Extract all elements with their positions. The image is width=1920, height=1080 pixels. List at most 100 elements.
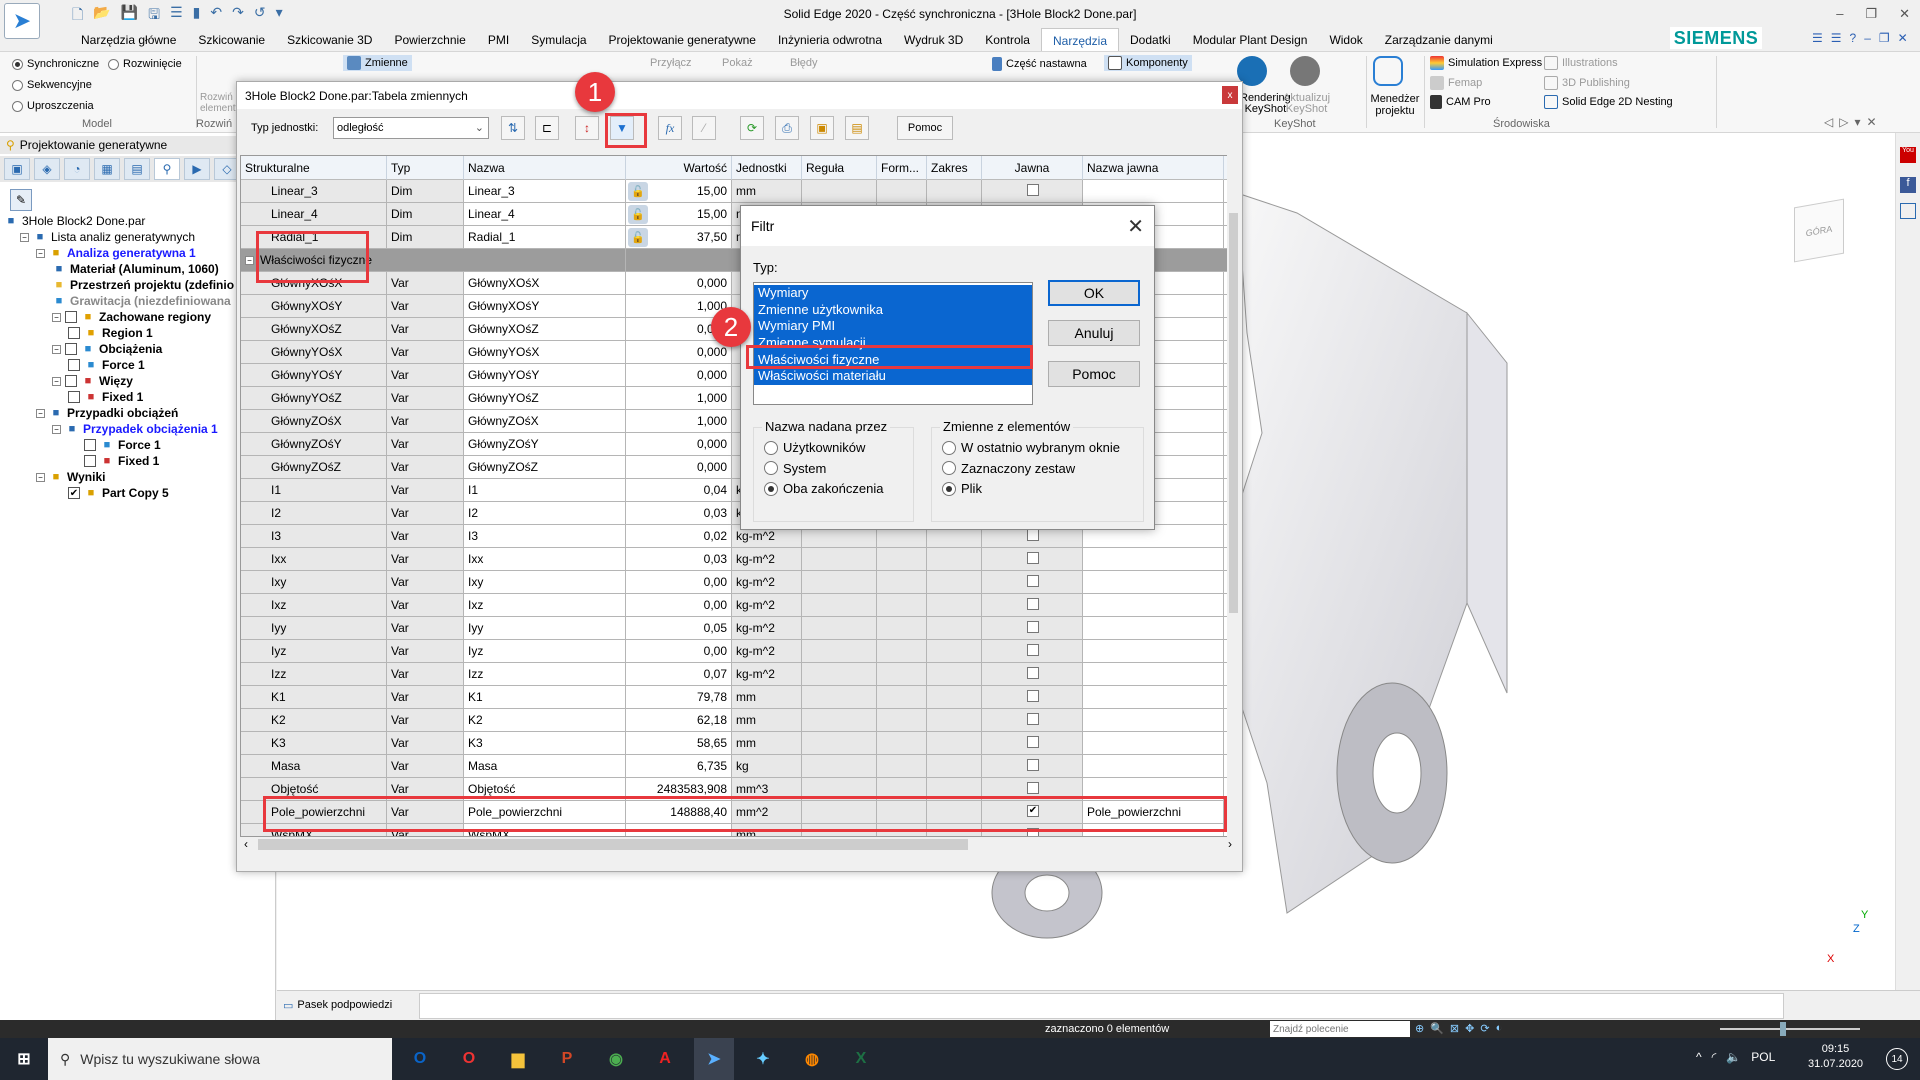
synchronous-radio[interactable]: Synchroniczne [12, 58, 99, 70]
cell-value[interactable]: 58,65 [626, 732, 732, 755]
cell-exposed-name[interactable] [1083, 640, 1224, 663]
exposed-checkbox[interactable] [1027, 598, 1039, 610]
tree-item[interactable]: ✔ ■ Part Copy 5 [68, 485, 169, 501]
table-row[interactable]: WspMX Var WspMX mm [241, 824, 1231, 836]
opera-icon[interactable]: O [449, 1038, 489, 1080]
project-manager-button[interactable]: Menedżer projektu [1370, 93, 1420, 117]
close-button[interactable]: ✕ [1899, 6, 1910, 22]
ratio-button[interactable]: ⁄ [692, 116, 716, 140]
keyshot-update-icon[interactable] [1290, 56, 1320, 86]
tree-item[interactable]: ■ Force 1 [68, 357, 145, 373]
sort-button[interactable]: ⇅ [501, 116, 525, 140]
tree-checkbox[interactable] [68, 327, 80, 339]
exposed-checkbox[interactable] [1027, 713, 1039, 725]
column-header[interactable]: Strukturalne [241, 156, 387, 180]
language-indicator[interactable]: POL [1751, 1050, 1775, 1064]
tree-checkbox[interactable] [68, 391, 80, 403]
cell-value[interactable]: 6,735 [626, 755, 732, 778]
next-view-icon[interactable]: ▷ [1839, 115, 1848, 129]
cell-name[interactable]: Radial_1 [464, 226, 626, 249]
clock[interactable]: 09:15 31.07.2020 [1808, 1043, 1863, 1070]
horizontal-scroll-thumb[interactable] [258, 839, 968, 850]
doc-restore-button[interactable]: ❐ [1879, 31, 1890, 45]
tab-10[interactable]: Narzędzia [1040, 27, 1120, 53]
cell-value[interactable]: 2483583,908 [626, 778, 732, 801]
cam-pro-button[interactable]: CAM Pro [1430, 95, 1491, 109]
view-cube[interactable]: GÓRA [1794, 198, 1844, 263]
lock-icon[interactable]: 🔓 [628, 228, 648, 247]
layers-tab-icon[interactable]: ◈ [34, 158, 60, 180]
pathfinder-tab-icon[interactable]: ▣ [4, 158, 30, 180]
cell-value[interactable]: 0,07 [626, 663, 732, 686]
tab-6[interactable]: Projektowanie generatywne [598, 28, 767, 52]
unfold-features-button[interactable]: Rozwiń elementy [200, 92, 241, 114]
expand-toggle[interactable]: − [52, 312, 61, 322]
doc-close-button[interactable]: ✕ [1898, 31, 1908, 45]
radio-option[interactable]: Zaznaczony zestaw [942, 461, 1075, 476]
tree-checkbox[interactable] [65, 343, 77, 355]
exposed-checkbox[interactable] [1027, 736, 1039, 748]
variables-button[interactable]: Zmienne [343, 55, 412, 71]
cell-name[interactable]: GłównyZOśZ [464, 456, 626, 479]
type-list-item[interactable]: Zmienne użytkownika [754, 301, 1032, 319]
cell-name[interactable]: I3 [464, 525, 626, 548]
doc-minimize-button[interactable]: – [1864, 31, 1871, 45]
components-button[interactable]: Komponenty [1104, 55, 1192, 71]
cell-value[interactable]: 0,000 [626, 433, 732, 456]
expand-toggle[interactable]: − [52, 376, 61, 386]
chrome-icon[interactable]: ◉ [596, 1038, 636, 1080]
radio-button[interactable] [942, 481, 956, 496]
tree-item[interactable]: ■ Grawitacja (niezdefiniowana [52, 293, 231, 309]
column-header[interactable]: Jednostki [732, 156, 802, 180]
expand-toggle[interactable]: − [36, 408, 45, 418]
cell-value[interactable]: 🔓 37,50 [626, 226, 732, 249]
table-row[interactable]: Linear_3 Dim Linear_3 🔓 15,00 mm [241, 180, 1231, 203]
cell-exposed-name[interactable] [1083, 180, 1224, 203]
cell-name[interactable]: GłównyXOśY [464, 295, 626, 318]
cell-value[interactable]: 79,78 [626, 686, 732, 709]
table-row[interactable]: Iyz Var Iyz 0,00 kg-m^2 [241, 640, 1231, 663]
table-row[interactable]: Pole_powierzchni Var Pole_powierzchni 14888… [241, 801, 1231, 824]
2d-nesting-button[interactable]: Solid Edge 2D Nesting [1544, 95, 1673, 109]
cell-exposed-name[interactable] [1083, 571, 1224, 594]
cell-name[interactable]: Iyz [464, 640, 626, 663]
cell-exposed-name[interactable] [1083, 617, 1224, 640]
radio-button[interactable] [764, 461, 778, 475]
3d-publishing-button[interactable]: 3D Publishing [1544, 76, 1630, 90]
firefox-icon[interactable]: ◍ [792, 1038, 832, 1080]
cell-exposed-name[interactable] [1083, 663, 1224, 686]
table-row[interactable]: Objętość Var Objętość 2483583,908 mm^3 [241, 778, 1231, 801]
tree-item[interactable]: − ■ Wyniki [36, 469, 105, 485]
show-button[interactable]: Pokaż [722, 57, 753, 69]
simplify-radio[interactable]: Uproszczenia [12, 100, 94, 112]
radio-option[interactable]: Użytkowników [764, 440, 865, 455]
cell-value[interactable]: 🔓 15,00 [626, 180, 732, 203]
variable-table-close-button[interactable]: x [1222, 86, 1238, 104]
keyshot-render-button[interactable]: Rendering KeyShot [1240, 93, 1291, 115]
cell-name[interactable]: WspMX [464, 824, 626, 836]
radio-button[interactable] [764, 440, 778, 455]
tree-item[interactable]: − ■ Przypadki obciążeń [36, 405, 178, 421]
cell-value[interactable]: 0,000 [626, 456, 732, 479]
tree-checkbox[interactable] [84, 455, 96, 467]
cell-value[interactable]: 0,02 [626, 525, 732, 548]
file-explorer-icon[interactable]: ▆ [498, 1038, 538, 1080]
adjustable-part-button[interactable]: Część nastawna [992, 57, 1087, 71]
cell-name[interactable]: Ixx [464, 548, 626, 571]
cell-value[interactable]: 148888,40 [626, 801, 732, 824]
taskbar-search[interactable]: ⚲ Wpisz tu wyszukiwane słowa [48, 1038, 392, 1080]
zoom-area-icon[interactable]: ⊕ [1415, 1022, 1424, 1035]
collapse-toggle[interactable]: − [245, 256, 254, 266]
unit-type-select[interactable]: odległość ⌄ [333, 117, 489, 139]
cell-exposed-name[interactable] [1083, 755, 1224, 778]
illustrations-button[interactable]: Illustrations [1544, 56, 1618, 70]
cell-name[interactable]: Linear_4 [464, 203, 626, 226]
cell-exposed-name[interactable]: Pole_powierzchni [1083, 801, 1224, 824]
tree-item[interactable]: ■ Fixed 1 [68, 389, 143, 405]
minimize-button[interactable]: – [1836, 6, 1843, 22]
cell-exposed-name[interactable] [1083, 686, 1224, 709]
view-menu-icon[interactable]: ▾ [1854, 115, 1860, 129]
exposed-checkbox[interactable] [1027, 667, 1039, 679]
cell-value[interactable]: 0,03 [626, 502, 732, 525]
exposed-checkbox[interactable] [1027, 621, 1039, 633]
